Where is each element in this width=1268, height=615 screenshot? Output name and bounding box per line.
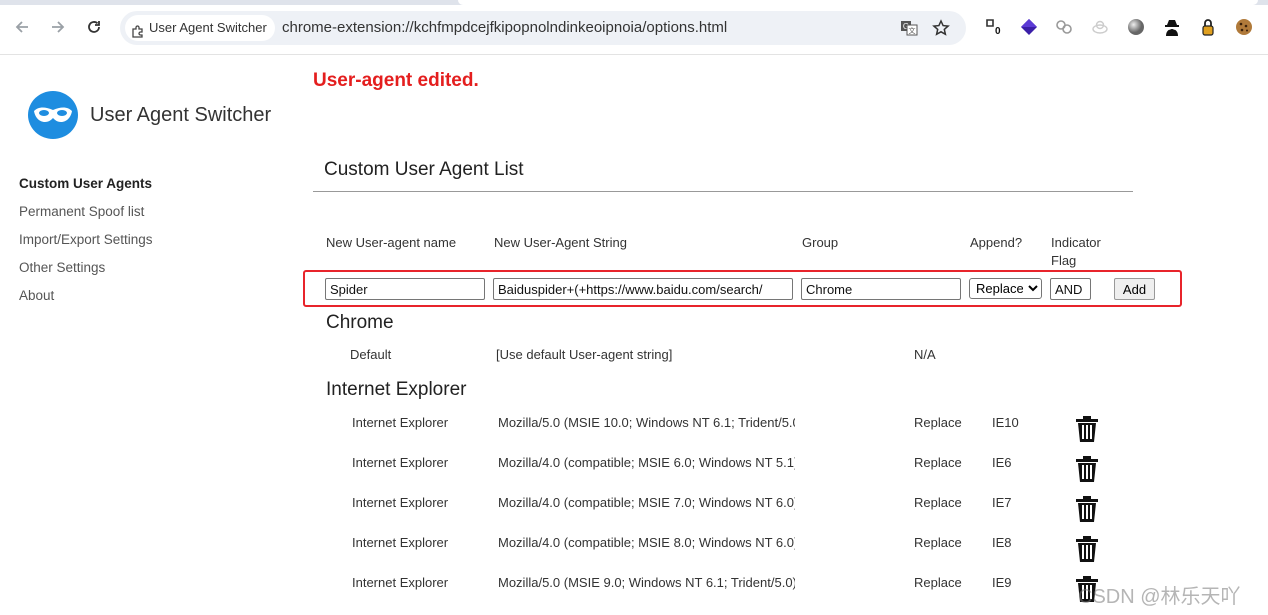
col-header-flag-line2: Flag <box>1051 253 1077 268</box>
spy-extension-icon[interactable] <box>1162 17 1182 37</box>
ua-string-ie8: Mozilla/4.0 (compatible; MSIE 8.0; Windo… <box>498 535 795 550</box>
add-button[interactable]: Add <box>1114 278 1155 300</box>
col-header-flag: Indicator Flag <box>1051 234 1101 270</box>
ua-append-default: N/A <box>914 347 936 362</box>
col-header-append: Append? <box>970 235 1023 250</box>
section-divider <box>313 191 1133 192</box>
group-heading-chrome: Chrome <box>326 312 394 333</box>
back-arrow-icon[interactable] <box>10 15 34 39</box>
bookmark-star-icon[interactable] <box>932 19 950 37</box>
new-ua-string-input[interactable] <box>493 278 793 300</box>
browser-toolbar: User Agent Switcher chrome-extension://k… <box>0 0 1268 55</box>
ua-string-default: [Use default User-agent string] <box>496 347 673 362</box>
cookie-extension-icon[interactable] <box>1234 17 1254 37</box>
col-header-name: New User-agent name <box>326 235 457 250</box>
ua-string-ie7: Mozilla/4.0 (compatible; MSIE 7.0; Windo… <box>498 495 795 510</box>
ua-string-ie9: Mozilla/5.0 (MSIE 9.0; Windows NT 6.1; T… <box>498 575 795 590</box>
active-tab[interactable] <box>458 0 1258 5</box>
col-header-group: Group <box>802 235 839 250</box>
address-bar[interactable]: User Agent Switcher chrome-extension://k… <box>120 11 966 45</box>
trash-icon[interactable] <box>1075 535 1099 563</box>
ua-string-ie10: Mozilla/5.0 (MSIE 10.0; Windows NT 6.1; … <box>498 415 795 430</box>
sidebar-item-about[interactable]: About <box>19 282 153 310</box>
watermark: CSDN @林乐天吖 <box>1078 586 1241 608</box>
link-extension-icon[interactable] <box>1054 17 1074 37</box>
extension-origin-chip[interactable]: User Agent Switcher <box>125 15 275 41</box>
ua-append-ie7: Replace <box>914 495 962 510</box>
ua-name-ie9[interactable]: Internet Explorer 9 <box>352 575 448 590</box>
extension-badge-icon[interactable]: 0 <box>984 17 1004 37</box>
ua-flag-ie9: IE9 <box>992 575 1012 590</box>
new-flag-input[interactable] <box>1050 278 1091 300</box>
ua-append-ie10: Replace <box>914 415 962 430</box>
ua-name-ie8[interactable]: Internet Explorer 8 <box>352 535 448 550</box>
url-text[interactable]: chrome-extension://kchfmpdcejfkipopnolnd… <box>282 11 727 45</box>
new-group-input[interactable] <box>801 278 961 300</box>
ua-name-ie7[interactable]: Internet Explorer 7 <box>352 495 448 510</box>
extension-badge-count: 0 <box>995 26 1001 37</box>
tab-strip <box>0 0 1268 5</box>
group-heading-internet-explorer: Internet Explorer <box>326 379 467 400</box>
svg-text:文: 文 <box>909 26 916 35</box>
puzzle-icon <box>132 21 145 47</box>
new-name-input[interactable] <box>325 278 485 300</box>
sidebar-item-custom-user-agents[interactable]: Custom User Agents <box>19 170 153 198</box>
sidebar-nav: Custom User Agents Permanent Spoof list … <box>19 170 153 310</box>
sidebar-item-other-settings[interactable]: Other Settings <box>19 254 153 282</box>
ua-append-ie9: Replace <box>914 575 962 590</box>
ua-flag-ie7: IE7 <box>992 495 1012 510</box>
ua-string-ie6: Mozilla/4.0 (compatible; MSIE 6.0; Windo… <box>498 455 795 470</box>
sidebar-item-import-export-settings[interactable]: Import/Export Settings <box>19 226 153 254</box>
ua-name-default[interactable]: Default <box>350 347 480 362</box>
app-title: User Agent Switcher <box>90 104 272 126</box>
trash-icon[interactable] <box>1075 455 1099 483</box>
forward-arrow-icon[interactable] <box>46 15 70 39</box>
ua-name-ie10[interactable]: Internet Explorer 10 <box>352 415 448 430</box>
append-select[interactable]: Replace <box>969 278 1042 299</box>
ua-flag-ie10: IE10 <box>992 415 1019 430</box>
ua-name-ie6[interactable]: Internet Explorer 6 <box>352 455 448 470</box>
trash-icon[interactable] <box>1075 495 1099 523</box>
lock-extension-icon[interactable] <box>1198 17 1218 37</box>
ua-flag-ie6: IE6 <box>992 455 1012 470</box>
purple-gem-extension-icon[interactable] <box>1019 17 1039 37</box>
chip-label: User Agent Switcher <box>149 20 267 35</box>
section-title: Custom User Agent List <box>324 159 524 180</box>
cloud-extension-icon[interactable] <box>1090 17 1110 37</box>
trash-icon[interactable] <box>1075 415 1099 443</box>
reload-icon[interactable] <box>82 15 106 39</box>
ua-append-ie8: Replace <box>914 535 962 550</box>
translate-icon[interactable]: G文 <box>900 19 918 37</box>
status-message: User-agent edited. <box>313 70 479 91</box>
app-logo-mask-icon <box>28 91 78 139</box>
ua-flag-ie8: IE8 <box>992 535 1012 550</box>
col-header-flag-line1: Indicator <box>1051 235 1101 250</box>
col-header-string: New User-Agent String <box>494 235 627 250</box>
sidebar-item-permanent-spoof-list[interactable]: Permanent Spoof list <box>19 198 153 226</box>
ua-append-ie6: Replace <box>914 455 962 470</box>
gray-sphere-extension-icon[interactable] <box>1126 17 1146 37</box>
